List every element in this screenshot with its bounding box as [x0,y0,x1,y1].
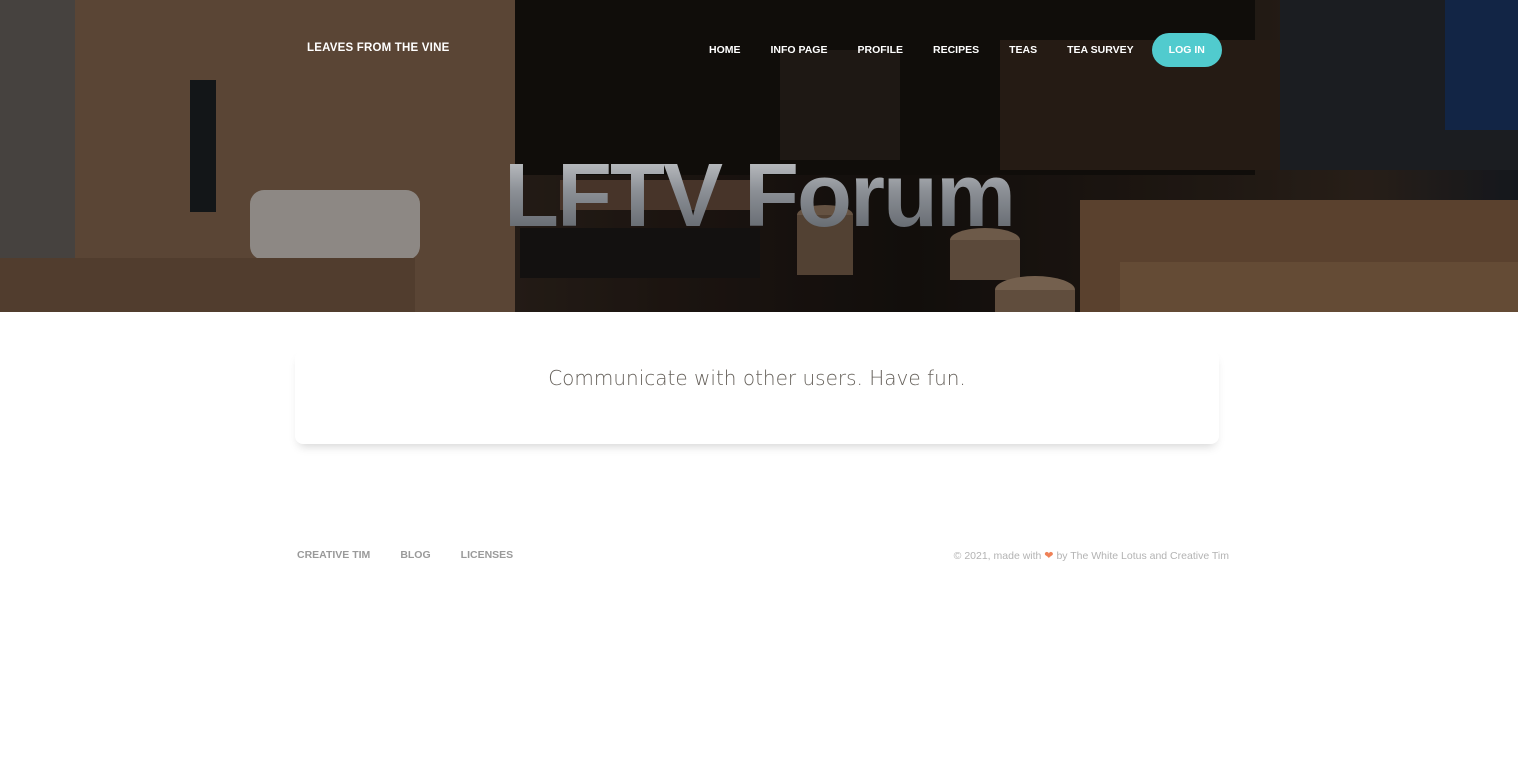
intro-card: Communicate with other users. Have fun. [295,350,1219,444]
footer-link-licenses[interactable]: LICENSES [461,549,514,561]
nav-profile[interactable]: PROFILE [842,44,918,56]
nav-teas[interactable]: TEAS [994,44,1052,56]
nav-info-page[interactable]: INFO PAGE [756,44,843,56]
brand-link[interactable]: LEAVES FROM THE VINE [307,42,449,54]
footer-link-creative-tim[interactable]: CREATIVE TIM [297,549,370,561]
nav-tea-survey[interactable]: TEA SURVEY [1052,44,1149,56]
copyright-prefix: © 2021, made with [953,550,1042,562]
footer-nav: CREATIVE TIM BLOG LICENSES [297,549,543,561]
heart-icon: ❤ [1044,550,1054,562]
nav-home[interactable]: HOME [694,44,756,56]
copyright-suffix: by The White Lotus and Creative Tim [1056,550,1229,562]
nav-recipes[interactable]: RECIPES [918,44,994,56]
login-button[interactable]: LOG IN [1151,33,1222,67]
hero-header: LEAVES FROM THE VINE HOME INFO PAGE PROF… [0,0,1518,312]
intro-text: Communicate with other users. Have fun. [548,366,966,390]
page-title: LFTV Forum [0,145,1518,248]
footer-link-blog[interactable]: BLOG [400,549,430,561]
main-nav: HOME INFO PAGE PROFILE RECIPES TEAS TEA … [694,33,1222,67]
copyright: © 2021, made with ❤ by The White Lotus a… [954,549,1229,562]
